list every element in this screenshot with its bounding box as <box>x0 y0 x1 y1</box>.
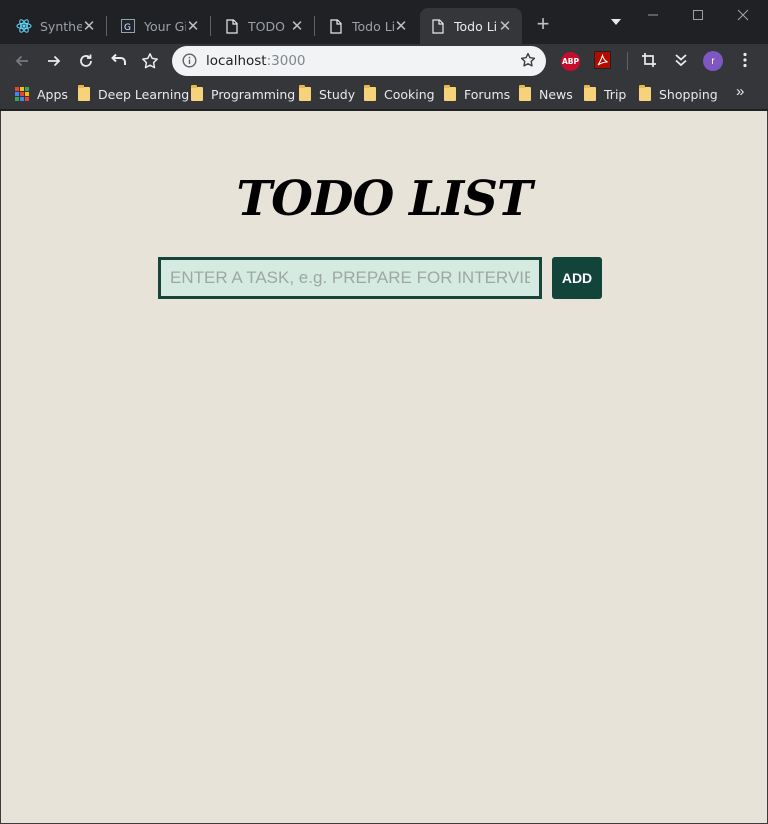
pocket-chevron-icon[interactable] <box>667 46 695 74</box>
tab-todo-active[interactable]: Todo Li ✕ <box>420 8 522 44</box>
forward-arrow-icon[interactable] <box>40 47 68 75</box>
adblock-extension-icon[interactable]: ABP <box>561 52 580 71</box>
folder-icon <box>444 85 456 101</box>
page-title: TODO LIST <box>236 171 532 227</box>
bookmark-cooking[interactable]: Cooking <box>364 85 435 103</box>
pdf-extension-icon[interactable] <box>594 51 611 69</box>
address-url: localhost:3000 <box>206 53 306 69</box>
bookmark-label: Programming <box>211 86 296 102</box>
bookmarks-overflow-icon[interactable]: » <box>736 83 744 100</box>
page-content: TODO LIST ADD <box>0 111 768 824</box>
apps-grid-icon <box>15 87 29 101</box>
bookmark-star-icon[interactable] <box>136 47 164 75</box>
folder-icon <box>519 85 531 101</box>
tab-divider <box>106 16 107 36</box>
tab-divider <box>210 16 211 36</box>
profile-avatar[interactable]: r <box>703 51 723 71</box>
folder-icon <box>191 85 203 101</box>
folder-icon <box>78 85 90 101</box>
bookmark-label: Cooking <box>384 86 435 102</box>
document-icon <box>430 18 446 34</box>
reload-icon[interactable] <box>72 47 100 75</box>
bookmark-news[interactable]: News <box>519 85 573 103</box>
svg-text:G: G <box>124 23 131 33</box>
document-icon <box>328 18 344 34</box>
tab-divider <box>314 16 315 36</box>
bookmark-label: Forums <box>464 86 511 102</box>
add-task-button[interactable]: ADD <box>552 257 602 299</box>
react-icon <box>16 18 32 34</box>
tab-your-guide[interactable]: G Your Gi ✕ <box>110 8 211 44</box>
toolbar-divider <box>627 52 628 70</box>
task-input[interactable] <box>158 257 542 299</box>
close-tab-icon[interactable]: ✕ <box>496 17 514 35</box>
undo-icon[interactable] <box>104 47 132 75</box>
url-host: localhost <box>206 53 267 69</box>
minimize-icon[interactable] <box>638 4 668 26</box>
close-tab-icon[interactable]: ✕ <box>80 17 98 35</box>
tab-title: Todo Li <box>352 18 394 34</box>
url-port: :3000 <box>266 53 306 69</box>
address-bar[interactable]: localhost:3000 <box>172 46 546 76</box>
tab-title: TODO L <box>248 18 290 34</box>
close-tab-icon[interactable]: ✕ <box>288 17 306 35</box>
close-tab-icon[interactable]: ✕ <box>392 17 410 35</box>
tab-title: Your Gi <box>144 18 186 34</box>
folder-icon <box>584 85 596 101</box>
tab-todo-1[interactable]: TODO L ✕ <box>214 8 315 44</box>
back-arrow-icon[interactable] <box>8 47 36 75</box>
bookmark-label: Shopping <box>659 86 718 102</box>
tab-strip: Synthet ✕ G Your Gi ✕ TODO L ✕ Todo Li ✕… <box>0 0 768 44</box>
bookmark-study[interactable]: Study <box>299 85 355 103</box>
bookmark-apps[interactable]: Apps <box>15 85 68 103</box>
tab-todo-2[interactable]: Todo Li ✕ <box>318 8 418 44</box>
site-info-icon[interactable] <box>182 53 197 73</box>
bookmark-trip[interactable]: Trip <box>584 85 626 103</box>
new-tab-button[interactable]: + <box>532 13 554 36</box>
bookmark-programming[interactable]: Programming <box>191 85 295 103</box>
bookmark-shopping[interactable]: Shopping <box>639 85 718 103</box>
bookmarks-bar: Apps Deep Learning Programming Study Coo… <box>0 78 768 110</box>
tab-title: Synthet <box>40 18 82 34</box>
bookmark-forums[interactable]: Forums <box>444 85 510 103</box>
tab-title: Todo Li <box>454 18 496 34</box>
close-window-icon[interactable] <box>728 4 758 26</box>
bookmark-label: Apps <box>37 86 68 102</box>
bookmark-label: Study <box>319 86 356 102</box>
maximize-icon[interactable] <box>683 4 713 26</box>
star-icon[interactable] <box>520 52 536 73</box>
menu-kebab-icon[interactable] <box>731 46 759 74</box>
tab-synthet[interactable]: Synthet ✕ <box>6 8 107 44</box>
tab-search-chevron-icon[interactable] <box>611 19 621 25</box>
crop-icon[interactable] <box>635 46 663 74</box>
folder-icon <box>639 85 651 101</box>
bookmark-label: News <box>539 86 573 102</box>
folder-icon <box>364 85 376 101</box>
bookmark-label: Trip <box>604 86 627 102</box>
document-icon <box>224 18 240 34</box>
bookmark-deep-learning[interactable]: Deep Learning <box>78 85 189 103</box>
bookmark-label: Deep Learning <box>98 86 190 102</box>
folder-icon <box>299 85 311 101</box>
close-tab-icon[interactable]: ✕ <box>184 17 202 35</box>
site-logo-icon: G <box>120 18 136 34</box>
